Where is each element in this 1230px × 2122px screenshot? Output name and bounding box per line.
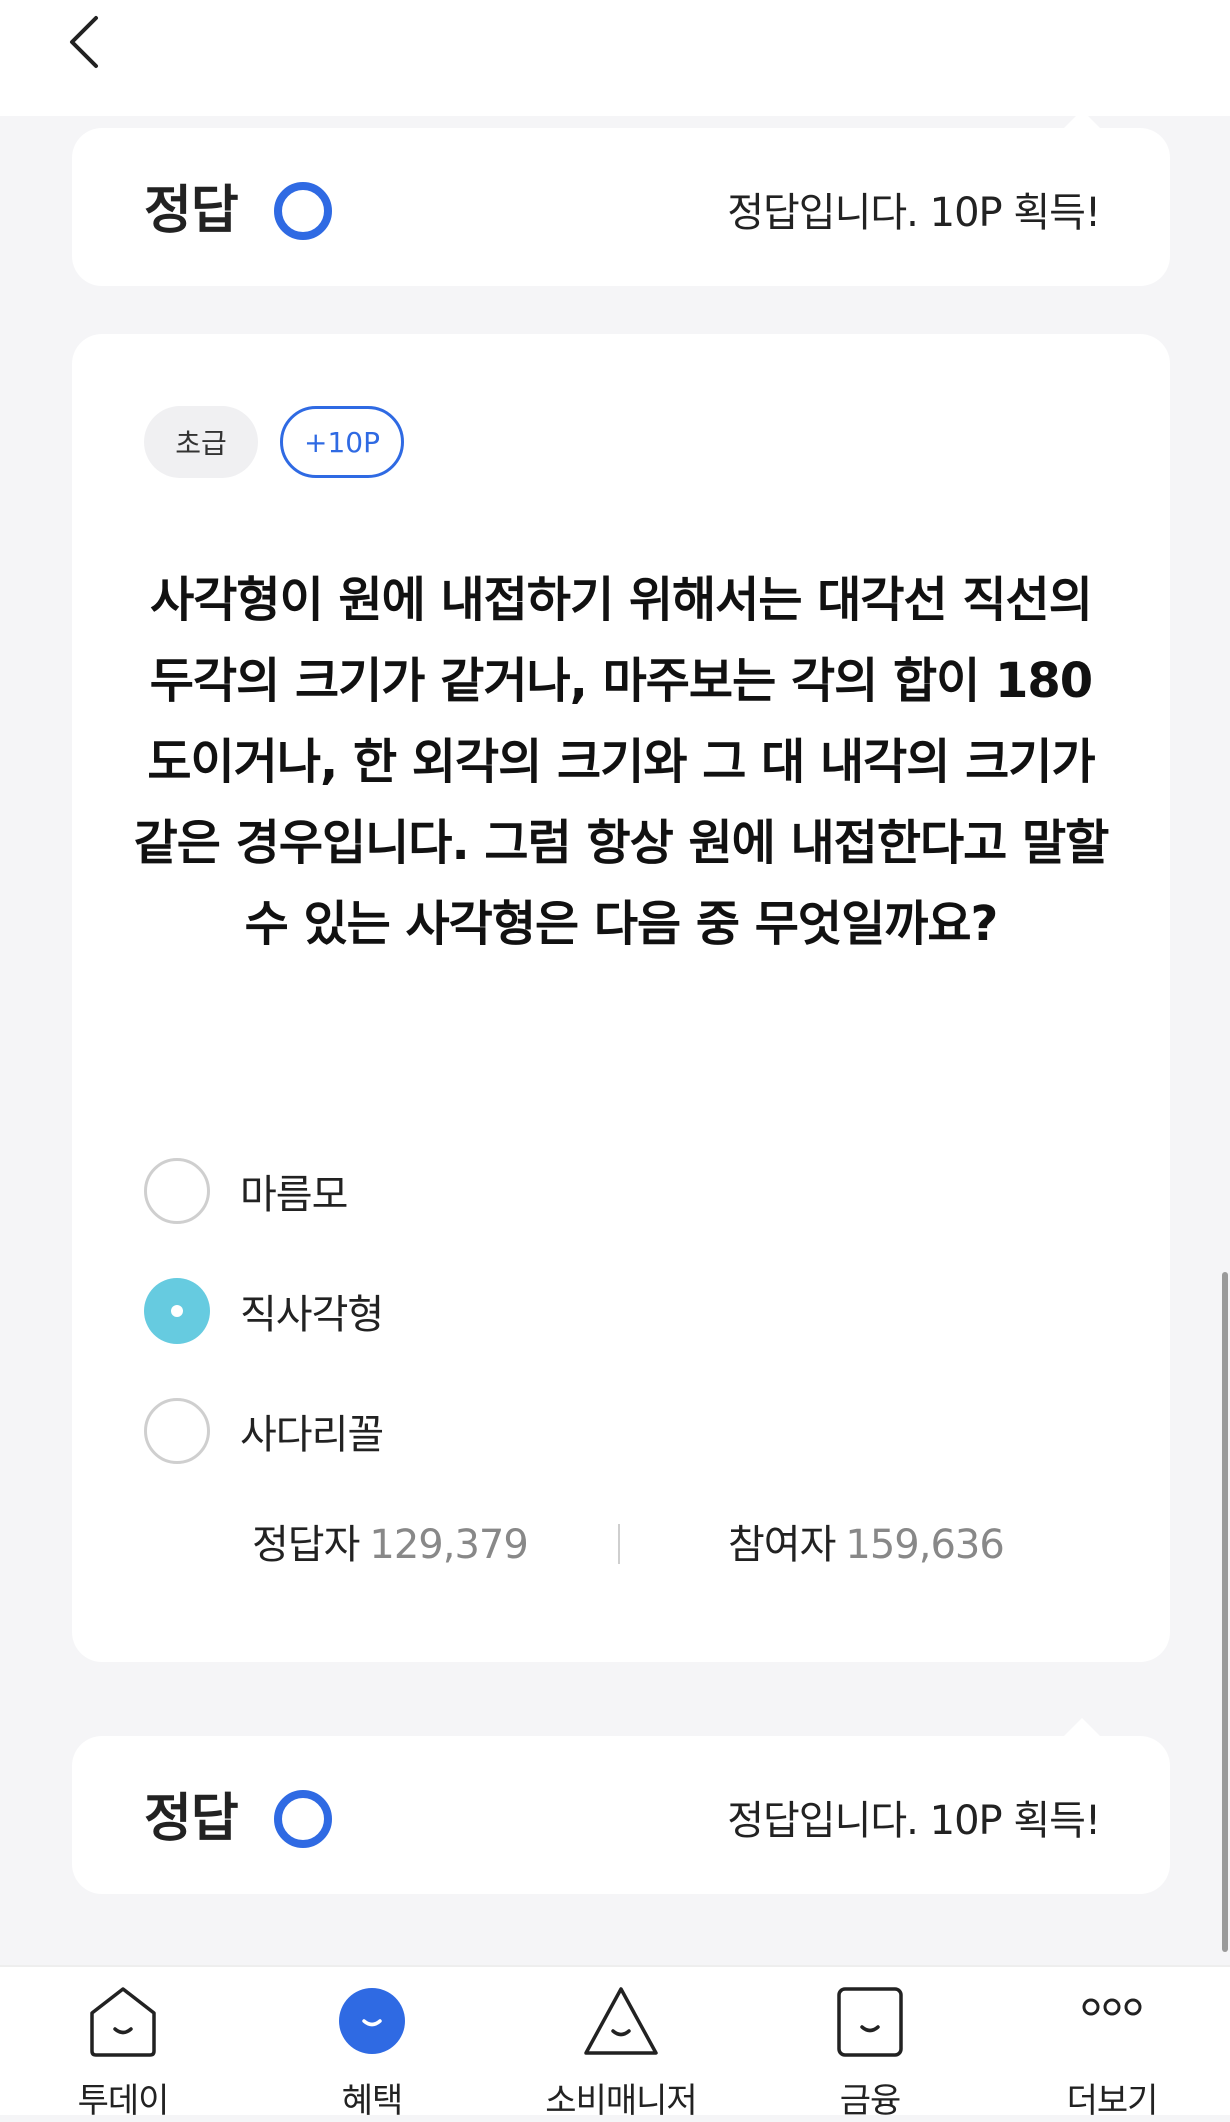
quiz-stats: 정답자 129,379 참여자 159,636	[72, 1512, 1170, 1572]
radio-button[interactable]	[144, 1398, 210, 1464]
option-rectangle[interactable]: 직사각형	[144, 1274, 384, 1348]
nav-label: 금융	[839, 2081, 902, 2121]
correct-count-value: 129,379	[369, 1522, 528, 1568]
option-label: 사다리꼴	[240, 1412, 384, 1458]
nav-benefits[interactable]: 혜택	[272, 1981, 472, 2121]
top-bar	[0, 0, 1230, 116]
nav-label: 더보기	[1066, 2081, 1159, 2121]
bottom-nav: 투데이 혜택 소비매니저 금융 더보기	[0, 1965, 1230, 2121]
nav-label: 투데이	[77, 2081, 170, 2121]
triangle-smile-icon	[584, 1987, 658, 2055]
correct-circle-icon	[274, 182, 332, 240]
nav-more[interactable]: 더보기	[1012, 1981, 1212, 2121]
option-trapezoid[interactable]: 사다리꼴	[144, 1394, 384, 1468]
answer-banner-top: 정답 정답입니다. 10P 획득!	[72, 110, 1170, 286]
nav-finance[interactable]: 금융	[770, 1981, 970, 2121]
radio-button[interactable]	[144, 1158, 210, 1224]
banner-notch	[1064, 110, 1100, 128]
nav-label: 혜택	[341, 2081, 404, 2121]
correct-count-label: 정답자	[252, 1522, 360, 1568]
more-dots-icon	[1082, 1998, 1142, 2016]
correct-count: 정답자 129,379	[252, 1512, 529, 1570]
option-label: 직사각형	[240, 1292, 384, 1338]
answer-banner-bottom: 정답 정답입니다. 10P 획득!	[72, 1718, 1170, 1894]
answer-label: 정답	[144, 1789, 239, 1849]
scrollbar[interactable]	[1222, 1272, 1228, 1952]
home-smile-icon	[90, 1987, 156, 2057]
option-label: 마름모	[240, 1172, 348, 1218]
level-chip: 초급	[144, 406, 258, 478]
nav-spending-manager[interactable]: 소비매니저	[521, 1981, 721, 2121]
answer-message: 정답입니다. 10P 획득!	[727, 1798, 1101, 1844]
answer-message: 정답입니다. 10P 획득!	[727, 190, 1101, 236]
participant-count-label: 참여자	[728, 1522, 836, 1568]
square-smile-icon	[837, 1987, 903, 2057]
stats-divider	[618, 1524, 620, 1564]
option-rhombus[interactable]: 마름모	[144, 1154, 348, 1228]
correct-circle-icon	[274, 1790, 332, 1848]
quiz-question: 사각형이 원에 내접하기 위해서는 대각선 직선의 두각의 크기가 같거나, 마…	[133, 572, 1110, 952]
points-chip: +10P	[280, 406, 404, 478]
quiz-card: 초급 +10P 사각형이 원에 내접하기 위해서는 대각선 직선의 두각의 크기…	[72, 334, 1170, 1662]
nav-today[interactable]: 투데이	[23, 1981, 223, 2121]
participant-count: 참여자 159,636	[728, 1512, 1005, 1570]
chevron-left-icon[interactable]	[58, 10, 118, 70]
answer-label: 정답	[144, 181, 239, 241]
nav-label: 소비매니저	[545, 2081, 697, 2121]
benefit-smile-icon	[339, 1988, 405, 2054]
banner-notch	[1064, 1718, 1100, 1736]
participant-count-value: 159,636	[845, 1522, 1004, 1568]
radio-button-selected[interactable]	[144, 1278, 210, 1344]
